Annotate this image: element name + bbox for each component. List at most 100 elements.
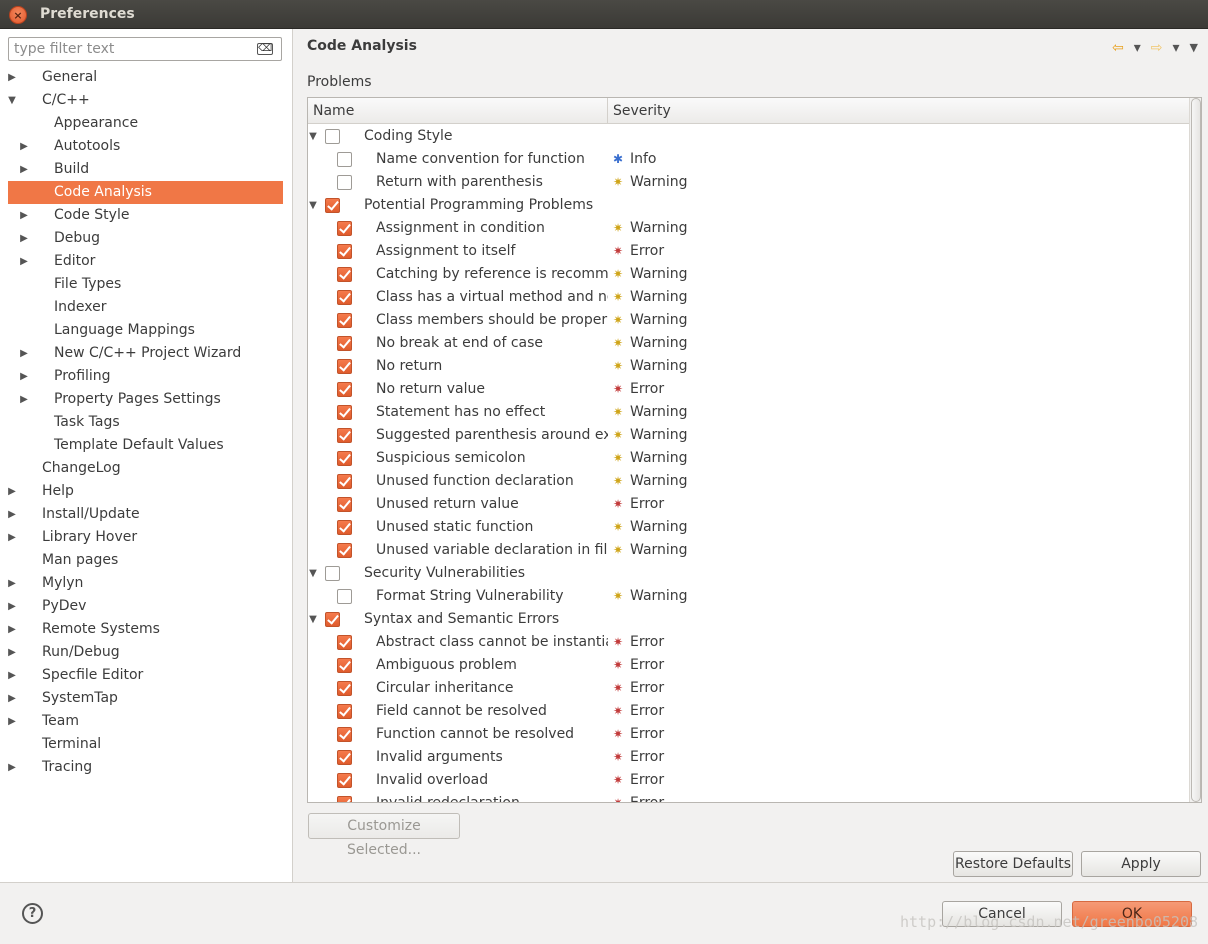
- problem-checkbox[interactable]: [337, 750, 352, 765]
- tree-item-remote-systems[interactable]: ▶ Remote Systems: [8, 618, 283, 641]
- severity-cell[interactable]: ✷ Error: [610, 654, 664, 677]
- collapsed-triangle-icon[interactable]: ▶: [6, 526, 18, 549]
- back-arrow-icon[interactable]: ⇦: [1112, 39, 1124, 57]
- tree-item-new-c-c-project-wizard[interactable]: ▶ New C/C++ Project Wizard: [8, 342, 283, 365]
- tree-item-language-mappings[interactable]: Language Mappings: [8, 319, 283, 342]
- problem-checkbox[interactable]: [325, 129, 340, 144]
- collapsed-triangle-icon[interactable]: ▶: [6, 480, 18, 503]
- severity-cell[interactable]: ✷ Warning: [610, 470, 688, 493]
- severity-cell[interactable]: ✷ Error: [610, 792, 664, 802]
- problem-checkbox[interactable]: [337, 267, 352, 282]
- collapsed-triangle-icon[interactable]: ▶: [6, 664, 18, 687]
- tree-item-profiling[interactable]: ▶ Profiling: [8, 365, 283, 388]
- apply-button[interactable]: Apply: [1081, 851, 1201, 877]
- severity-cell[interactable]: ✱ Info: [610, 148, 657, 171]
- problem-row[interactable]: Unused variable declaration in file scop…: [308, 539, 1190, 562]
- severity-cell[interactable]: ✷ Error: [610, 723, 664, 746]
- tree-item-code-style[interactable]: ▶ Code Style: [8, 204, 283, 227]
- severity-cell[interactable]: ✷ Warning: [610, 447, 688, 470]
- scrollbar-thumb[interactable]: [1191, 98, 1201, 802]
- problem-row[interactable]: Assignment to itself ✷ Error: [308, 240, 1190, 263]
- collapsed-triangle-icon[interactable]: ▶: [18, 250, 30, 273]
- severity-cell[interactable]: ✷ Error: [610, 240, 664, 263]
- problem-row[interactable]: Invalid arguments ✷ Error: [308, 746, 1190, 769]
- tree-item-specfile-editor[interactable]: ▶ Specfile Editor: [8, 664, 283, 687]
- problem-row[interactable]: Circular inheritance ✷ Error: [308, 677, 1190, 700]
- expanded-triangle-icon[interactable]: ▼: [308, 194, 318, 217]
- forward-arrow-icon[interactable]: ⇨: [1151, 39, 1163, 57]
- problem-row[interactable]: Unused return value ✷ Error: [308, 493, 1190, 516]
- collapsed-triangle-icon[interactable]: ▶: [18, 158, 30, 181]
- tree-item-autotools[interactable]: ▶ Autotools: [8, 135, 283, 158]
- problem-checkbox[interactable]: [325, 612, 340, 627]
- vertical-scrollbar[interactable]: [1189, 98, 1201, 802]
- expanded-triangle-icon[interactable]: ▼: [6, 89, 18, 112]
- column-header-severity[interactable]: Severity: [608, 98, 1188, 124]
- severity-cell[interactable]: ✷ Warning: [610, 355, 688, 378]
- problem-checkbox[interactable]: [337, 704, 352, 719]
- tree-item-property-pages-settings[interactable]: ▶ Property Pages Settings: [8, 388, 283, 411]
- collapsed-triangle-icon[interactable]: ▶: [18, 135, 30, 158]
- problem-row[interactable]: Ambiguous problem ✷ Error: [308, 654, 1190, 677]
- forward-history-dropdown-icon[interactable]: ▾: [1173, 39, 1180, 57]
- problem-checkbox[interactable]: [337, 681, 352, 696]
- problem-checkbox[interactable]: [337, 451, 352, 466]
- problem-checkbox[interactable]: [337, 382, 352, 397]
- severity-cell[interactable]: ✷ Warning: [610, 263, 688, 286]
- customize-selected-button[interactable]: Customize Selected...: [308, 813, 460, 858]
- problem-checkbox[interactable]: [325, 198, 340, 213]
- tree-item-editor[interactable]: ▶ Editor: [8, 250, 283, 273]
- problem-checkbox[interactable]: [337, 497, 352, 512]
- tree-item-debug[interactable]: ▶ Debug: [8, 227, 283, 250]
- severity-cell[interactable]: ✷ Error: [610, 769, 664, 792]
- severity-cell[interactable]: ✷ Error: [610, 700, 664, 723]
- tree-item-library-hover[interactable]: ▶ Library Hover: [8, 526, 283, 549]
- problem-group-row[interactable]: ▼ Syntax and Semantic Errors: [308, 608, 1190, 631]
- tree-item-tracing[interactable]: ▶ Tracing: [8, 756, 283, 779]
- tree-item-indexer[interactable]: Indexer: [8, 296, 283, 319]
- severity-cell[interactable]: ✷ Error: [610, 746, 664, 769]
- collapsed-triangle-icon[interactable]: ▶: [6, 503, 18, 526]
- severity-cell[interactable]: ✷ Warning: [610, 217, 688, 240]
- tree-item-code-analysis[interactable]: Code Analysis: [8, 181, 283, 204]
- tree-item-file-types[interactable]: File Types: [8, 273, 283, 296]
- problem-checkbox[interactable]: [337, 290, 352, 305]
- problem-checkbox[interactable]: [337, 474, 352, 489]
- severity-cell[interactable]: ✷ Warning: [610, 286, 688, 309]
- problem-row[interactable]: Suspicious semicolon ✷ Warning: [308, 447, 1190, 470]
- problem-checkbox[interactable]: [337, 359, 352, 374]
- tree-item-changelog[interactable]: ChangeLog: [8, 457, 283, 480]
- severity-cell[interactable]: ✷ Warning: [610, 585, 688, 608]
- severity-cell[interactable]: ✷ Warning: [610, 401, 688, 424]
- collapsed-triangle-icon[interactable]: ▶: [6, 618, 18, 641]
- severity-cell[interactable]: ✷ Warning: [610, 332, 688, 355]
- problem-row[interactable]: No break at end of case ✷ Warning: [308, 332, 1190, 355]
- tree-item-help[interactable]: ▶ Help: [8, 480, 283, 503]
- problem-checkbox[interactable]: [337, 796, 352, 802]
- problem-row[interactable]: Catching by reference is recommended ✷ War…: [308, 263, 1190, 286]
- expanded-triangle-icon[interactable]: ▼: [308, 608, 318, 631]
- problem-row[interactable]: Suggested parenthesis around expression✷…: [308, 424, 1190, 447]
- tree-item-terminal[interactable]: Terminal: [8, 733, 283, 756]
- problem-row[interactable]: Field cannot be resolved ✷ Error: [308, 700, 1190, 723]
- collapsed-triangle-icon[interactable]: ▶: [6, 687, 18, 710]
- expanded-triangle-icon[interactable]: ▼: [308, 562, 318, 585]
- problem-checkbox[interactable]: [337, 175, 352, 190]
- tree-item-task-tags[interactable]: Task Tags: [8, 411, 283, 434]
- expanded-triangle-icon[interactable]: ▼: [308, 125, 318, 148]
- problem-checkbox[interactable]: [337, 658, 352, 673]
- problem-checkbox[interactable]: [337, 313, 352, 328]
- collapsed-triangle-icon[interactable]: ▶: [6, 710, 18, 733]
- problem-row[interactable]: Abstract class cannot be instantiated ✷ Er…: [308, 631, 1190, 654]
- filter-input[interactable]: [9, 38, 249, 60]
- collapsed-triangle-icon[interactable]: ▶: [6, 572, 18, 595]
- problem-row[interactable]: Function cannot be resolved ✷ Error: [308, 723, 1190, 746]
- problem-row[interactable]: Assignment in condition ✷ Warning: [308, 217, 1190, 240]
- clear-filter-icon[interactable]: ⌫: [257, 43, 273, 55]
- problem-row[interactable]: Class members should be properly initial…: [308, 309, 1190, 332]
- problem-checkbox[interactable]: [337, 244, 352, 259]
- back-history-dropdown-icon[interactable]: ▾: [1134, 39, 1141, 57]
- problem-row[interactable]: Statement has no effect ✷ Warning: [308, 401, 1190, 424]
- collapsed-triangle-icon[interactable]: ▶: [6, 66, 18, 89]
- tree-item-appearance[interactable]: Appearance: [8, 112, 283, 135]
